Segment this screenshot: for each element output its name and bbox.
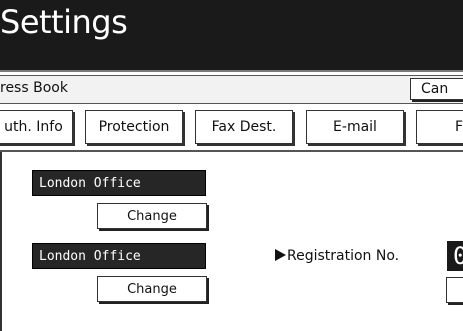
registration-number: 0: [447, 241, 463, 271]
tab-folder[interactable]: Fol: [416, 110, 463, 144]
arrow-right-icon: [275, 249, 286, 261]
registration-button[interactable]: [446, 277, 463, 303]
address-book-label: ress Book: [0, 80, 68, 96]
name-field-1: London Office: [32, 170, 206, 196]
registration-label-text: Registration No.: [287, 248, 400, 264]
tab-fax-dest[interactable]: Fax Dest.: [195, 110, 293, 144]
page-title: Settings: [0, 3, 128, 41]
tab-protection[interactable]: Protection: [85, 110, 183, 144]
tab-email[interactable]: E-mail: [306, 110, 404, 144]
tab-auth-info[interactable]: uth. Info: [0, 110, 73, 144]
title-bar: Settings: [0, 0, 463, 70]
name-field-2: London Office: [32, 243, 206, 269]
registration-label: Registration No.: [275, 248, 399, 264]
title-divider: [0, 70, 463, 72]
address-book-header: ress Book: [0, 75, 463, 104]
change-button-1[interactable]: Change: [97, 203, 207, 229]
tab-bar: uth. Info Protection Fax Dest. E-mail Fo…: [0, 110, 463, 150]
change-button-2[interactable]: Change: [97, 276, 207, 302]
settings-screen: Settings ress Book Can uth. Info Protect…: [0, 0, 463, 331]
cancel-button[interactable]: Can: [410, 78, 463, 100]
